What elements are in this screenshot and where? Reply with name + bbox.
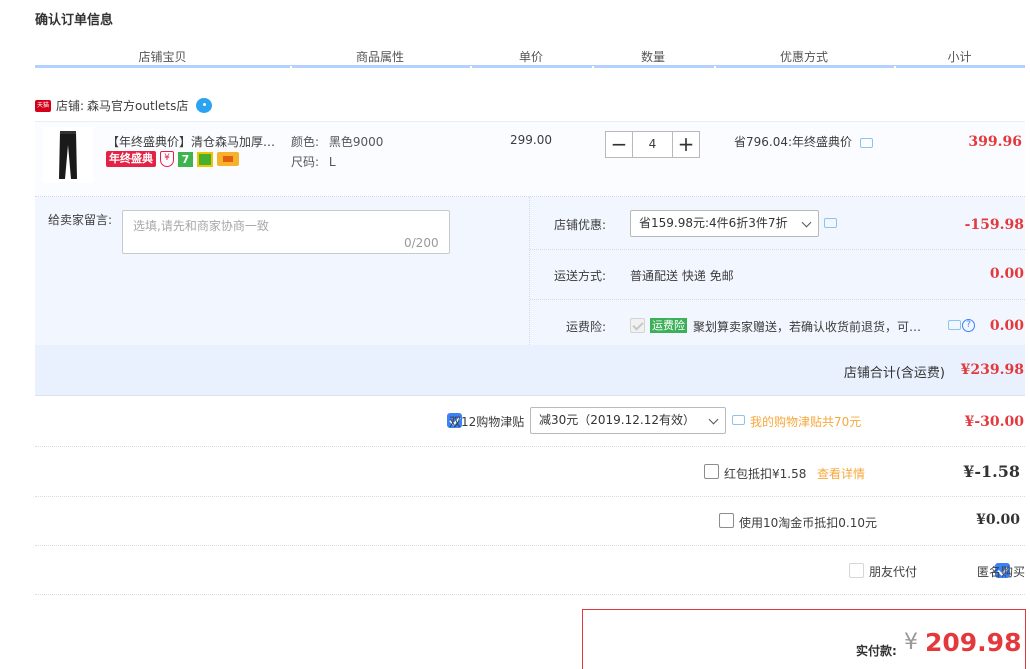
shop-total-label: 店铺合计(含运费) — [843, 366, 945, 381]
help-icon[interactable]: ? — [962, 319, 975, 332]
col-header-quantity: 数量 — [640, 50, 665, 64]
insurance-badge: 运费险 — [650, 318, 687, 333]
chat-icon[interactable] — [859, 137, 873, 148]
friend-pay-label[interactable]: 朋友代付 — [869, 563, 917, 580]
message-label: 给卖家留言: — [48, 213, 113, 227]
page-title: 确认订单信息 — [35, 13, 114, 28]
pants-image-icon[interactable] — [58, 131, 78, 180]
shop-discount-label: 店铺优惠: — [554, 218, 607, 232]
header-sep — [592, 66, 594, 69]
shop-label: 店铺: — [56, 99, 85, 113]
shield-badge-icon: ¥ — [160, 151, 174, 167]
quantity-stepper: − 4 + — [605, 131, 700, 158]
color-label: 颜色: — [291, 135, 320, 149]
year-end-badge: 年终盛典 — [106, 151, 156, 167]
insurance-text: 聚划算卖家赠送，若确认收货前退货，可获得赔付 — [693, 320, 933, 334]
product-name-link[interactable]: 【年终盛典价】清仓森马加厚裤子男士休闲裤 — [107, 133, 285, 150]
chevron-down-icon — [801, 217, 812, 228]
pay-amount: 209.98 — [925, 628, 1022, 657]
shipping-label: 运送方式: — [554, 269, 607, 283]
allowance-value: 减30元（2019.12.12有效） — [539, 413, 695, 427]
taocoin-amount: ¥0.00 — [976, 512, 1020, 528]
taocoin-checkbox[interactable] — [719, 513, 734, 528]
color-value: 黑色9000 — [328, 135, 384, 149]
insurance-checkbox — [630, 318, 645, 333]
allowance-label[interactable]: 双12购物津贴 — [449, 413, 524, 430]
col-header-attributes: 商品属性 — [355, 50, 404, 64]
allowance-link[interactable]: 我的购物津贴共70元 — [750, 413, 861, 430]
divider — [35, 496, 1025, 497]
card-payment-icon — [217, 152, 239, 166]
shop-discount-value: 省159.98元:4件6折3件7折 — [639, 216, 788, 230]
chat-icon[interactable] — [732, 415, 745, 425]
size-value: L — [328, 155, 336, 169]
header-divider — [35, 65, 1025, 68]
redpacket-amount: ¥-1.58 — [963, 462, 1020, 481]
quantity-decrease-button[interactable]: − — [605, 131, 633, 158]
guarantee-icon — [197, 151, 213, 167]
taocoin-label[interactable]: 使用10淘金币抵扣0.10元 — [739, 514, 877, 531]
divider — [35, 446, 1025, 447]
tmall-logo-icon: 天猫 — [35, 99, 51, 112]
shop-total-amount: ¥239.98 — [960, 362, 1024, 378]
panel-divider — [529, 197, 530, 345]
allowance-amount: ¥-30.00 — [964, 414, 1024, 430]
col-header-discount: 优惠方式 — [779, 50, 828, 64]
wangwang-icon[interactable] — [196, 98, 213, 113]
redpacket-label[interactable]: 红包抵扣¥1.58 — [724, 465, 806, 482]
unit-price: 299.00 — [510, 133, 552, 147]
chat-icon[interactable] — [824, 218, 837, 228]
divider — [530, 249, 1025, 250]
chat-icon[interactable] — [948, 320, 961, 330]
friend-pay-checkbox[interactable] — [849, 563, 864, 578]
divider — [530, 299, 1025, 300]
header-sep — [470, 66, 472, 69]
pay-currency: ¥ — [904, 630, 918, 655]
col-header-price: 单价 — [518, 50, 543, 64]
allowance-select[interactable]: 减30元（2019.12.12有效） — [530, 407, 726, 434]
shop-discount-amount: -159.98 — [964, 217, 1024, 233]
col-header-shop-item: 店铺宝贝 — [138, 50, 187, 64]
divider — [35, 594, 1025, 595]
attr-color: 颜色: 黑色9000 — [291, 133, 383, 150]
insurance-label: 运费险: — [566, 320, 607, 334]
divider — [35, 545, 1025, 546]
quantity-input[interactable]: 4 — [633, 131, 672, 158]
shipping-amount: 0.00 — [989, 266, 1024, 282]
item-discount-text: 省796.04:年终盛典价 — [734, 135, 853, 149]
attr-size: 尺码: L — [291, 153, 336, 170]
seven-day-return-icon: 7 — [178, 151, 193, 167]
redpacket-details-link[interactable]: 查看详情 — [817, 465, 865, 482]
shop-name-link[interactable]: 森马官方outlets店 — [87, 97, 188, 114]
redpacket-checkbox[interactable] — [704, 464, 719, 479]
shipping-value: 普通配送 快递 免邮 — [630, 269, 734, 283]
header-sep — [714, 66, 716, 69]
insurance-amount: 0.00 — [989, 318, 1024, 334]
header-sep — [894, 66, 896, 69]
chevron-down-icon — [708, 414, 719, 425]
item-discount: 省796.04:年终盛典价 — [734, 133, 873, 150]
shop-discount-select[interactable]: 省159.98元:4件6折3件7折 — [630, 210, 819, 237]
size-label: 尺码: — [291, 155, 320, 169]
quantity-increase-button[interactable]: + — [672, 131, 700, 158]
col-header-subtotal: 小计 — [947, 50, 972, 64]
header-sep — [290, 66, 292, 69]
message-placeholder: 选填,请先和商家协商一致 — [133, 219, 269, 233]
anonymous-label[interactable]: 匿名购买 — [977, 563, 1025, 580]
item-subtotal: 399.96 — [968, 134, 1022, 150]
badge-row: 年终盛典 ¥ 7 — [106, 151, 239, 167]
shop-line: 天猫 店铺: 森马官方outlets店 — [35, 97, 213, 114]
pay-label: 实付款: — [856, 644, 897, 658]
message-counter: 0/200 — [404, 236, 439, 250]
